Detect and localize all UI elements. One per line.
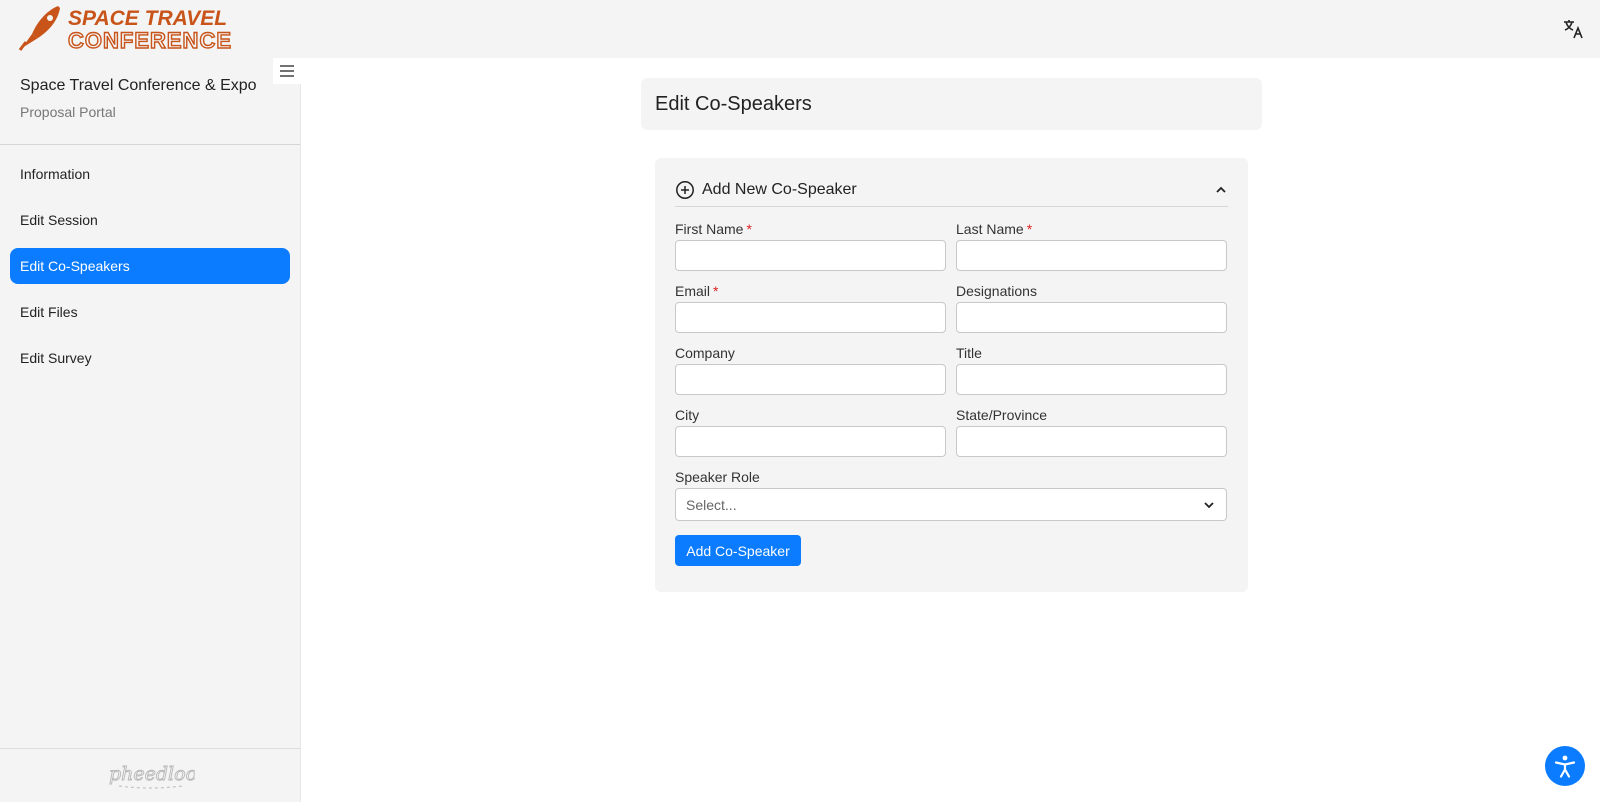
required-mark: * [713, 283, 719, 299]
event-title: Space Travel Conference & Expo [20, 77, 257, 94]
last-name-input[interactable] [956, 240, 1227, 271]
form-grid: First Name * Last Name * Email * Designatio… [675, 220, 1228, 468]
speaker-role-group: Speaker Role Select... [675, 468, 1228, 521]
designations-input[interactable] [956, 302, 1227, 333]
required-mark: * [746, 221, 752, 237]
speaker-role-value: Select... [686, 496, 737, 513]
plus-circle-icon [676, 181, 694, 199]
company-label: Company [675, 345, 735, 361]
sidebar-item-edit-survey[interactable]: Edit Survey [10, 340, 290, 376]
city-group: City [675, 406, 946, 457]
logo-line1: SPACE TRAVEL [68, 7, 227, 30]
title-group: Title [956, 344, 1227, 395]
sidebar-item-edit-files[interactable]: Edit Files [10, 294, 290, 330]
add-co-speaker-card: Add New Co-Speaker First Name * Last Name… [655, 158, 1248, 592]
sidebar-item-edit-co-speakers[interactable]: Edit Co-Speakers [10, 248, 290, 284]
pheedloop-logo[interactable]: pheedloop [105, 760, 195, 792]
brand-logo[interactable]: SPACE TRAVEL CONFERENCE [18, 4, 268, 54]
title-label: Title [956, 345, 982, 361]
last-name-group: Last Name * [956, 220, 1227, 271]
top-bar: SPACE TRAVEL CONFERENCE [0, 0, 1600, 58]
company-input[interactable] [675, 364, 946, 395]
page-header: Edit Co-Speakers [641, 78, 1262, 130]
speaker-role-select[interactable]: Select... [675, 488, 1227, 521]
accessibility-icon[interactable] [1545, 746, 1585, 786]
logo-line2: CONFERENCE [68, 28, 232, 53]
designations-label: Designations [956, 283, 1037, 299]
city-label: City [675, 407, 700, 423]
state-group: State/Province [956, 406, 1227, 457]
sidebar-footer: pheedloop [0, 748, 300, 802]
chevron-down-icon [1204, 501, 1214, 508]
translate-icon[interactable] [1562, 17, 1586, 41]
title-input[interactable] [956, 364, 1227, 395]
speaker-role-label: Speaker Role [675, 469, 760, 485]
email-input[interactable] [675, 302, 946, 333]
main-content: Edit Co-Speakers Add New Co-Speaker Firs… [301, 58, 1600, 802]
state-label: State/Province [956, 407, 1048, 423]
rocket-icon [18, 6, 60, 51]
page-title: Edit Co-Speakers [655, 92, 812, 115]
required-mark: * [1026, 221, 1033, 237]
card-title: Add New Co-Speaker [702, 181, 857, 198]
first-name-group: First Name * [675, 220, 946, 271]
company-group: Company [675, 344, 946, 395]
hamburger-icon[interactable] [273, 58, 301, 84]
email-group: Email * [675, 282, 946, 333]
email-label: Email [675, 283, 711, 299]
city-input[interactable] [675, 426, 946, 457]
sidebar-item-edit-session[interactable]: Edit Session [10, 202, 290, 238]
last-name-label: Last Name [956, 221, 1024, 237]
add-co-speaker-button[interactable]: Add Co-Speaker [675, 535, 801, 566]
state-input[interactable] [956, 426, 1227, 457]
chevron-up-icon[interactable] [1214, 183, 1228, 197]
sidebar: Space Travel Conference & Expo Proposal … [0, 58, 301, 802]
svg-text:pheedloop: pheedloop [109, 763, 195, 785]
sidebar-header: Space Travel Conference & Expo Proposal … [0, 58, 301, 145]
designations-group: Designations [956, 282, 1227, 333]
sidebar-item-information[interactable]: Information [10, 156, 290, 192]
sidebar-nav: Information Edit Session Edit Co-Speaker… [0, 145, 300, 376]
event-subtitle: Proposal Portal [20, 104, 116, 120]
first-name-input[interactable] [675, 240, 946, 271]
first-name-label: First Name [675, 221, 744, 237]
card-header[interactable]: Add New Co-Speaker [675, 178, 1228, 207]
